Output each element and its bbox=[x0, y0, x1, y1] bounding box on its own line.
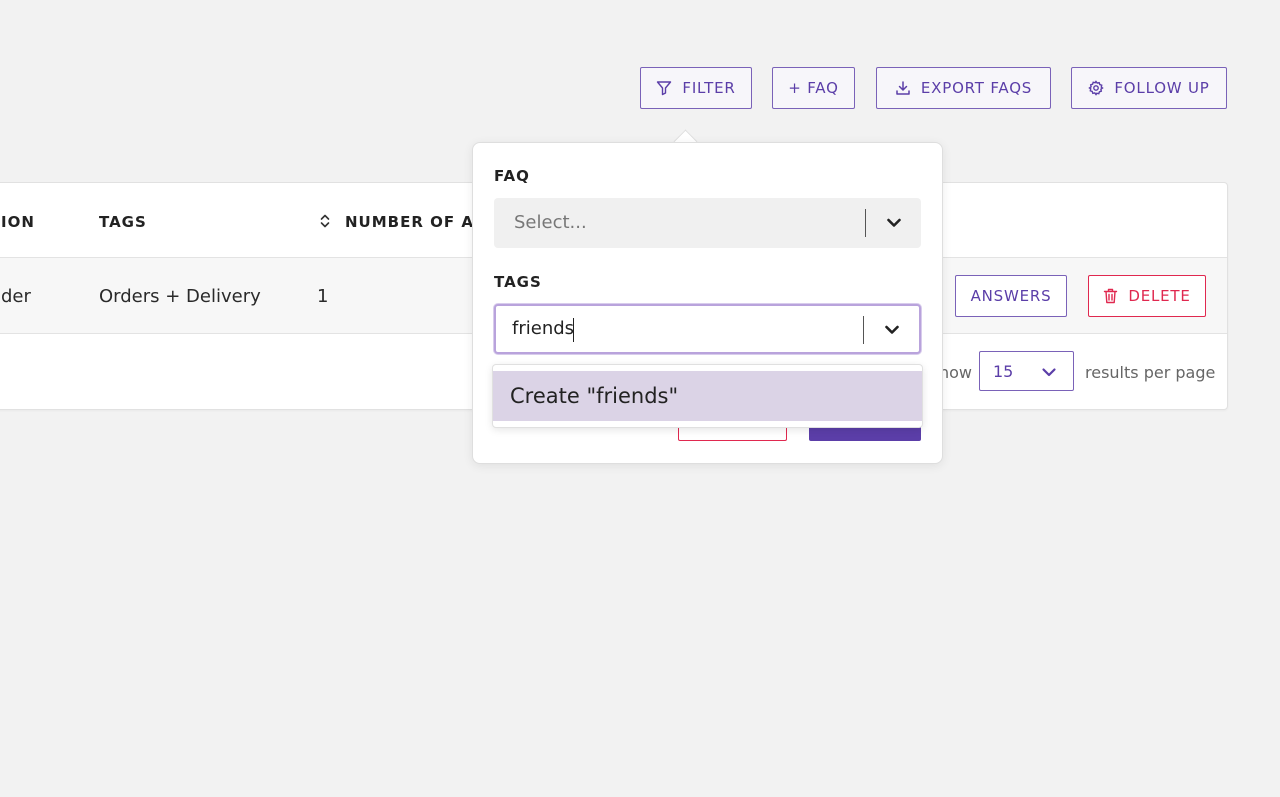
per-page-value: 15 bbox=[993, 362, 1014, 381]
tags-filter-label: TAGS bbox=[494, 273, 542, 291]
select-divider bbox=[863, 316, 864, 344]
text-cursor bbox=[573, 318, 574, 342]
trash-icon bbox=[1104, 288, 1118, 304]
create-tag-option-label: Create "friends" bbox=[510, 384, 679, 408]
create-tag-option[interactable]: Create "friends" bbox=[493, 371, 922, 421]
answers-button[interactable]: ANSWERS bbox=[955, 275, 1067, 317]
export-faqs-button-label: EXPORT FAQS bbox=[920, 79, 1033, 97]
answers-button-label: ANSWERS bbox=[970, 287, 1052, 305]
delete-button[interactable]: DELETE bbox=[1088, 275, 1206, 317]
filter-icon bbox=[657, 81, 672, 96]
delete-button-label: DELETE bbox=[1128, 287, 1191, 305]
gear-icon bbox=[1088, 80, 1105, 96]
chevron-down-icon bbox=[1042, 368, 1056, 377]
follow-up-button-label: FOLLOW UP bbox=[1114, 79, 1210, 97]
export-faqs-button[interactable]: EXPORT FAQS bbox=[876, 67, 1051, 109]
chevron-down-icon[interactable] bbox=[885, 214, 903, 232]
add-faq-button-label: + FAQ bbox=[788, 79, 839, 97]
tags-dropdown-menu: Create "friends" bbox=[492, 364, 923, 428]
tags-input-value: friends bbox=[512, 318, 575, 339]
per-page-select[interactable]: 15 bbox=[979, 351, 1074, 391]
filter-button[interactable]: FILTER bbox=[640, 67, 752, 109]
chevron-down-icon[interactable] bbox=[883, 321, 901, 339]
select-divider bbox=[865, 209, 866, 237]
faq-filter-label: FAQ bbox=[494, 167, 530, 185]
follow-up-button[interactable]: FOLLOW UP bbox=[1071, 67, 1227, 109]
sort-icon[interactable] bbox=[319, 213, 331, 229]
faq-select[interactable]: Select... bbox=[494, 198, 921, 248]
tags-select-input[interactable]: friends bbox=[494, 304, 921, 354]
results-per-page-label: results per page bbox=[1085, 363, 1216, 382]
filter-button-label: FILTER bbox=[682, 79, 736, 97]
download-icon bbox=[896, 81, 910, 95]
show-label: how bbox=[939, 363, 973, 382]
faq-select-placeholder: Select... bbox=[514, 212, 587, 233]
column-header-question[interactable]: ION bbox=[1, 213, 35, 231]
column-header-answers-count[interactable]: NUMBER OF AN bbox=[345, 213, 488, 231]
cell-tags: Orders + Delivery bbox=[99, 286, 261, 307]
column-header-tags[interactable]: TAGS bbox=[99, 213, 147, 231]
cell-answers-count: 1 bbox=[317, 286, 329, 307]
cell-question: der bbox=[1, 286, 31, 307]
add-faq-button[interactable]: + FAQ bbox=[772, 67, 855, 109]
